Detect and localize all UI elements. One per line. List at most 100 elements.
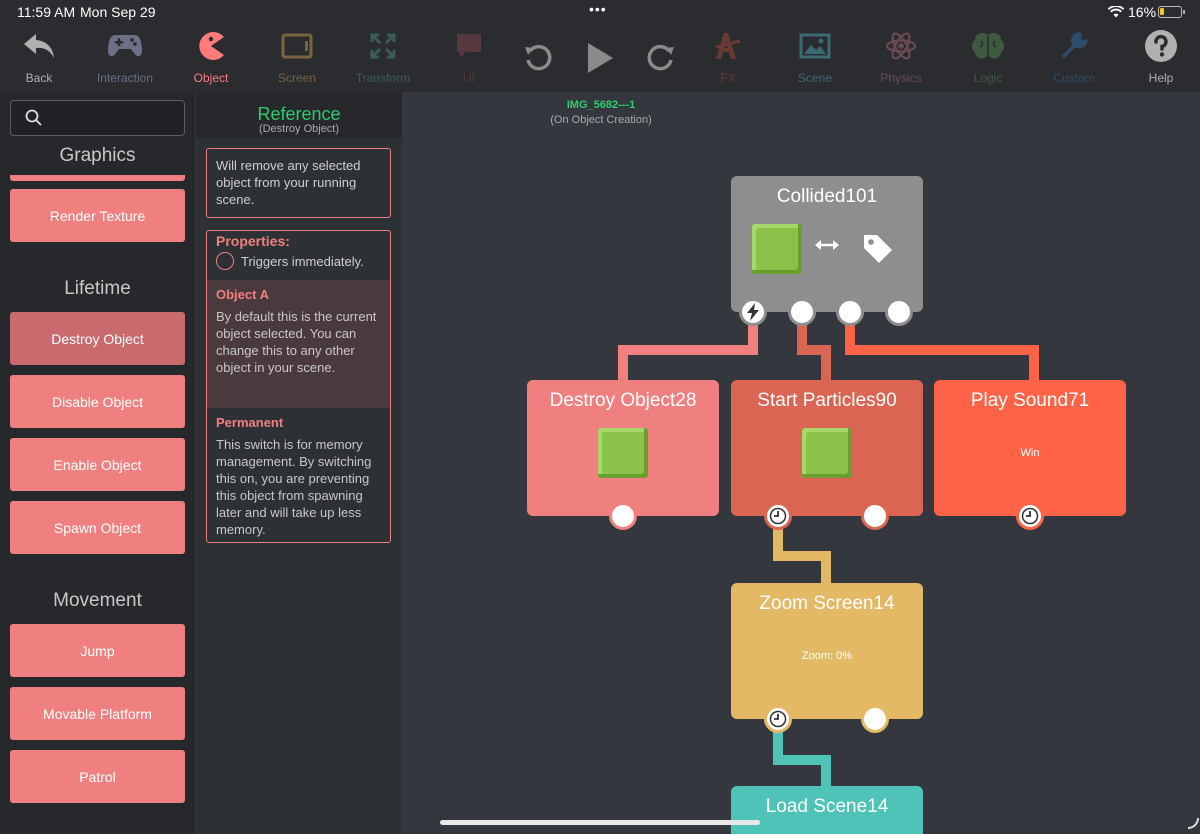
reference-subtitle: (Destroy Object) bbox=[258, 123, 340, 135]
output-port[interactable] bbox=[609, 502, 637, 530]
speech-bubble-icon bbox=[457, 34, 481, 58]
redo-icon bbox=[647, 44, 674, 71]
search-icon bbox=[25, 109, 43, 132]
play-icon bbox=[588, 43, 613, 73]
toolbar-label: Scene bbox=[797, 71, 833, 85]
tab-physics[interactable]: Physics bbox=[858, 24, 944, 92]
node-title: Collided101 bbox=[776, 186, 878, 207]
status-time: 11:59 AM bbox=[17, 4, 76, 20]
timer-port[interactable] bbox=[1016, 502, 1044, 530]
toolbar-label: UI bbox=[463, 71, 475, 85]
brain-icon bbox=[972, 32, 1004, 59]
output-port[interactable] bbox=[885, 298, 913, 326]
status-date: Mon Sep 29 bbox=[80, 4, 156, 20]
reference-panel: Reference (Destroy Object) Will remove a… bbox=[196, 92, 402, 834]
enable-object-button[interactable]: Enable Object bbox=[10, 438, 185, 491]
timer-port[interactable] bbox=[764, 705, 792, 733]
transform-icon bbox=[370, 33, 396, 59]
tab-custom[interactable]: Custom bbox=[1031, 24, 1117, 92]
property-permanent: Permanent This switch is for memory mana… bbox=[207, 408, 390, 542]
toolbar-label: Screen bbox=[277, 71, 317, 85]
redo-button[interactable] bbox=[640, 38, 680, 78]
node-title: Zoom Screen14 bbox=[759, 593, 895, 614]
timer-port[interactable] bbox=[764, 502, 792, 530]
section-title-lifetime: Lifetime bbox=[64, 278, 131, 299]
gamepad-icon bbox=[108, 35, 142, 57]
destroy-object-button[interactable]: Destroy Object bbox=[10, 312, 185, 365]
jump-button[interactable]: Jump bbox=[10, 624, 185, 677]
battery-percent: 16% bbox=[1128, 4, 1157, 20]
reference-header: Reference (Destroy Object) bbox=[196, 92, 402, 138]
help-button[interactable]: Help bbox=[1118, 24, 1200, 92]
atom-icon bbox=[885, 32, 917, 60]
wifi-icon bbox=[1107, 5, 1125, 21]
render-texture-button[interactable]: Render Texture bbox=[10, 189, 185, 242]
zoom-screen-node[interactable]: Zoom Screen14 Zoom: 0% bbox=[731, 583, 923, 719]
output-port[interactable] bbox=[861, 705, 889, 733]
fx-icon bbox=[715, 33, 741, 59]
trigger-port[interactable] bbox=[739, 298, 767, 326]
back-arrow-icon bbox=[24, 34, 54, 58]
toolbar-label: Logic bbox=[973, 71, 1003, 85]
lightning-icon bbox=[747, 303, 759, 321]
start-particles-node[interactable]: Start Particles90 bbox=[731, 380, 923, 516]
section-title-movement: Movement bbox=[53, 590, 142, 611]
multitask-dots[interactable]: ••• bbox=[589, 1, 607, 17]
tab-scene[interactable]: Scene bbox=[772, 24, 858, 92]
disable-object-button[interactable]: Disable Object bbox=[10, 375, 185, 428]
tab-interaction[interactable]: Interaction bbox=[82, 24, 168, 92]
output-port[interactable] bbox=[836, 298, 864, 326]
property-text: By default this is the current object se… bbox=[216, 309, 377, 375]
output-port[interactable] bbox=[861, 502, 889, 530]
tab-transform[interactable]: Transform bbox=[340, 24, 426, 92]
destroy-object-node[interactable]: Destroy Object28 bbox=[527, 380, 719, 516]
double-arrow-icon bbox=[815, 238, 839, 257]
library-button-partial[interactable] bbox=[10, 175, 185, 181]
node-title: Destroy Object28 bbox=[549, 390, 697, 411]
node-canvas[interactable]: IMG_5682---1 (On Object Creation) Collid… bbox=[402, 92, 1200, 834]
status-bar: 11:59 AM Mon Sep 29 ••• 16% bbox=[0, 0, 1200, 24]
node-title: Play Sound71 bbox=[970, 390, 1090, 411]
section-title-graphics: Graphics bbox=[59, 145, 136, 166]
movable-platform-button[interactable]: Movable Platform bbox=[10, 687, 185, 740]
node-title: Load Scene14 bbox=[765, 796, 889, 817]
property-text: This switch is for memory management. By… bbox=[216, 437, 372, 537]
tab-object[interactable]: Object bbox=[168, 24, 254, 92]
output-port[interactable] bbox=[788, 298, 816, 326]
reference-description: Will remove any selected object from you… bbox=[206, 148, 391, 218]
property-name: Object A bbox=[216, 287, 269, 302]
node-title: Start Particles90 bbox=[757, 390, 897, 411]
toolbar-label: Interaction bbox=[96, 71, 154, 85]
tab-logic[interactable]: Logic bbox=[945, 24, 1031, 92]
tab-fx[interactable]: FX bbox=[685, 24, 771, 92]
clock-icon bbox=[769, 507, 787, 525]
trigger-circle-icon bbox=[216, 252, 234, 270]
patrol-button[interactable]: Patrol bbox=[10, 750, 185, 803]
tab-ui[interactable]: UI bbox=[426, 24, 512, 92]
back-button[interactable]: Back bbox=[0, 24, 82, 92]
node-value: Win bbox=[1020, 447, 1040, 459]
search-input[interactable] bbox=[10, 100, 185, 136]
object-block-icon bbox=[752, 224, 802, 274]
load-scene-node[interactable]: Load Scene14 bbox=[731, 786, 923, 834]
play-button[interactable] bbox=[580, 38, 620, 78]
undo-button[interactable] bbox=[519, 38, 559, 78]
toolbar-label: Physics bbox=[880, 71, 922, 85]
play-sound-node[interactable]: Play Sound71 Win bbox=[934, 380, 1126, 516]
toolbar-label: Object bbox=[193, 71, 229, 85]
collided-node[interactable]: Collided101 bbox=[731, 176, 923, 312]
reference-title: Reference bbox=[257, 104, 341, 124]
toolbar: Back Interaction Object Screen Transform… bbox=[0, 24, 1200, 92]
undo-icon bbox=[525, 44, 552, 71]
spawn-object-button[interactable]: Spawn Object bbox=[10, 501, 185, 554]
tag-icon bbox=[861, 232, 895, 271]
toolbar-label: Custom bbox=[1053, 71, 1095, 85]
image-icon bbox=[799, 33, 831, 59]
home-indicator[interactable] bbox=[440, 820, 760, 825]
tab-screen[interactable]: Screen bbox=[254, 24, 340, 92]
toolbar-label: FX bbox=[720, 71, 736, 85]
resize-handle-icon[interactable] bbox=[1186, 816, 1200, 834]
object-block-icon bbox=[802, 428, 852, 478]
property-object-a: Object A By default this is the current … bbox=[207, 280, 390, 408]
toolbar-label: Help bbox=[1148, 71, 1174, 85]
